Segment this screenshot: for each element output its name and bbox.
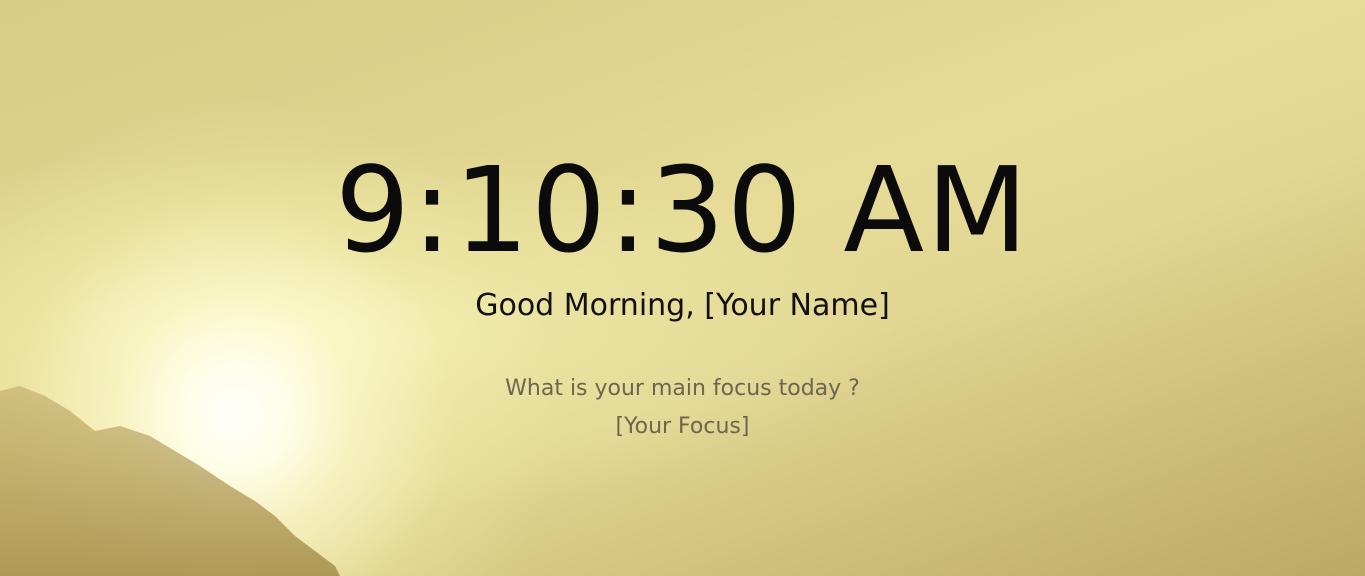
clock-display: 9:10:30 AM <box>335 141 1030 279</box>
momentum-dashboard: 9:10:30 AM Good Morning, [Your Name] Wha… <box>0 0 1365 576</box>
greeting-name[interactable]: Good Morning, [Your Name] <box>0 286 1365 326</box>
focus-question-label: What is your main focus today ? <box>505 376 860 401</box>
focus-input[interactable]: [Your Focus] <box>0 412 1365 442</box>
